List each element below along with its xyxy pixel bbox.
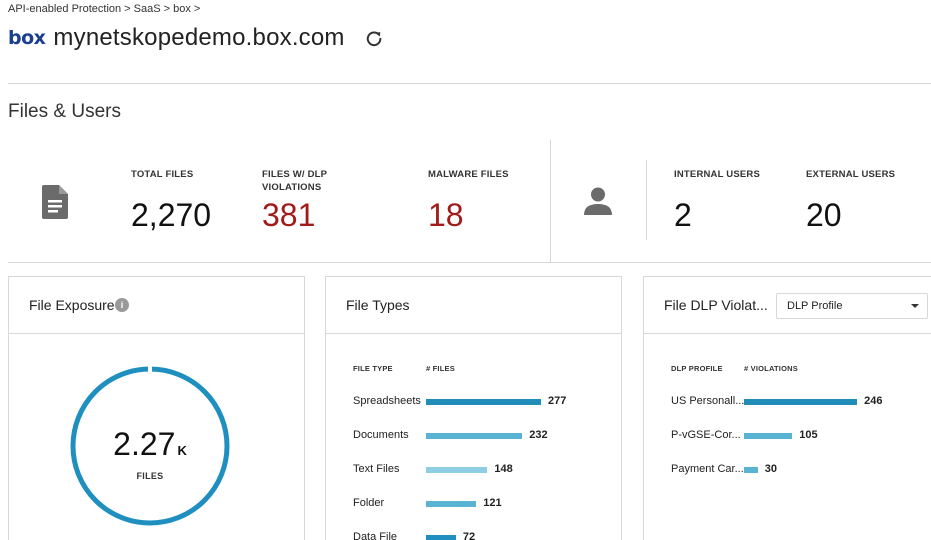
bar-value: 30 bbox=[764, 463, 778, 475]
user-icon bbox=[584, 187, 612, 215]
column-header-violations: # VIOLATIONS bbox=[744, 364, 798, 373]
column-header-files: # FILES bbox=[426, 364, 455, 373]
card-title: File Exposure bbox=[29, 297, 115, 313]
bar-row[interactable]: Payment Car... 30 bbox=[671, 463, 931, 477]
card-header: File DLP Violat... DLP Profile bbox=[644, 277, 931, 334]
bar-label: US Personall... bbox=[671, 395, 745, 407]
stat-value: 381 bbox=[262, 197, 316, 233]
file-icon bbox=[42, 185, 68, 219]
file-types-card: File Types FILE TYPE # FILES Spreadsheet… bbox=[325, 276, 622, 540]
stat-dlp-files[interactable]: FILES W/ DLP VIOLATIONS 381 bbox=[262, 168, 342, 232]
stat-internal-users[interactable]: INTERNAL USERS 2 bbox=[674, 168, 761, 232]
bar-value: 148 bbox=[494, 463, 513, 475]
bar-row[interactable]: Text Files 148 bbox=[353, 463, 613, 477]
bar[interactable] bbox=[744, 467, 758, 473]
donut-gap bbox=[148, 365, 152, 374]
bar-label: Spreadsheets bbox=[353, 395, 421, 407]
header: box mynetskopedemo.box.com bbox=[8, 22, 383, 54]
bar[interactable] bbox=[426, 501, 477, 507]
bar-label: Text Files bbox=[353, 463, 400, 475]
stat-value: 18 bbox=[428, 197, 464, 233]
card-header: File Exposure i bbox=[9, 277, 304, 334]
bar[interactable] bbox=[426, 433, 523, 439]
donut-total: 2.27 bbox=[113, 426, 176, 462]
bar-row[interactable]: Folder 121 bbox=[353, 497, 613, 511]
bar-value: 277 bbox=[547, 395, 567, 407]
stat-label: INTERNAL USERS bbox=[674, 169, 761, 180]
header-divider bbox=[8, 83, 931, 84]
stat-label: MALWARE FILES bbox=[428, 169, 509, 180]
bar-row[interactable]: P-vGSE-Cor... 105 bbox=[671, 429, 931, 443]
column-header-dlp-profile: DLP PROFILE bbox=[671, 364, 723, 373]
dlp-violations-card: File DLP Violat... DLP Profile DLP PROFI… bbox=[643, 276, 931, 540]
card-title: File Types bbox=[346, 297, 410, 313]
bar[interactable] bbox=[426, 399, 541, 405]
column-header-file-type: FILE TYPE bbox=[353, 364, 393, 373]
bar-value: 121 bbox=[483, 497, 502, 509]
bar-value: 232 bbox=[529, 429, 548, 441]
bar-label: Folder bbox=[353, 497, 385, 509]
dropdown-value: DLP Profile bbox=[787, 300, 843, 312]
stat-value: 2 bbox=[674, 197, 692, 233]
bar[interactable] bbox=[426, 467, 488, 473]
section-title: Files & Users bbox=[8, 101, 121, 122]
stat-value: 2,270 bbox=[131, 197, 212, 233]
dlp-profile-dropdown[interactable]: DLP Profile bbox=[776, 293, 928, 319]
bar-label: Payment Car... bbox=[671, 463, 744, 475]
stats-divider bbox=[550, 140, 551, 263]
users-divider bbox=[646, 160, 647, 240]
page-title: mynetskopedemo.box.com bbox=[53, 24, 345, 51]
stat-total-files[interactable]: TOTAL FILES 2,270 bbox=[131, 168, 211, 232]
info-icon[interactable]: i bbox=[115, 298, 129, 312]
bar-value: 246 bbox=[864, 395, 883, 407]
stat-value: 20 bbox=[806, 197, 842, 233]
bar-label: Data File bbox=[353, 531, 398, 540]
donut-center: 2.27 K FILES bbox=[70, 426, 230, 481]
bar-row[interactable]: Spreadsheets 277 bbox=[353, 395, 613, 409]
breadcrumb[interactable]: API-enabled Protection > SaaS > box > bbox=[8, 3, 200, 15]
box-logo: box bbox=[8, 27, 46, 49]
stat-label: EXTERNAL USERS bbox=[806, 169, 896, 180]
bar[interactable] bbox=[744, 399, 858, 405]
bar-value: 105 bbox=[799, 429, 818, 441]
donut-unit: FILES bbox=[136, 471, 164, 481]
bar-row[interactable]: Documents 232 bbox=[353, 429, 613, 443]
refresh-icon[interactable] bbox=[365, 29, 383, 47]
stat-external-users[interactable]: EXTERNAL USERS 20 bbox=[806, 168, 896, 232]
card-header: File Types bbox=[326, 277, 621, 334]
bar[interactable] bbox=[744, 433, 793, 439]
bar[interactable] bbox=[426, 535, 456, 540]
stat-malware-files[interactable]: MALWARE FILES 18 bbox=[428, 168, 509, 232]
bar-label: P-vGSE-Cor... bbox=[671, 429, 741, 441]
caret-down-icon bbox=[911, 304, 919, 308]
bar-row[interactable]: US Personall... 246 bbox=[671, 395, 931, 409]
bar-row[interactable]: Data File 72 bbox=[353, 531, 613, 540]
card-title: File DLP Violat... bbox=[664, 297, 768, 313]
bar-value: 72 bbox=[462, 531, 476, 540]
stat-label: TOTAL FILES bbox=[131, 169, 194, 180]
stat-label: FILES W/ DLP VIOLATIONS bbox=[262, 169, 328, 193]
donut-suffix: K bbox=[177, 443, 187, 458]
bar-label: Documents bbox=[353, 429, 409, 441]
